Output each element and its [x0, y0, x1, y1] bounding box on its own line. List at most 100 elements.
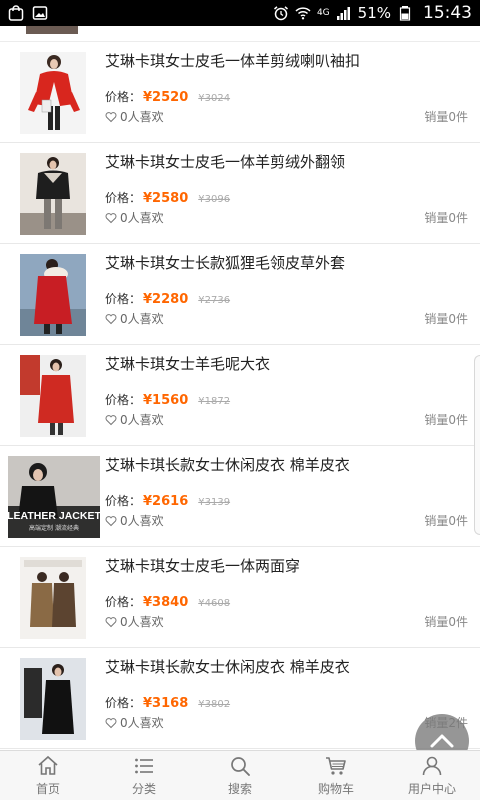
- like-button[interactable]: 0人喜欢: [105, 714, 164, 731]
- like-button[interactable]: 0人喜欢: [105, 613, 164, 630]
- sales-count: 销量0件: [424, 514, 468, 528]
- nav-item-cart[interactable]: 购物车: [288, 751, 384, 800]
- nav-label: 首页: [35, 782, 60, 796]
- network-type: 4G: [316, 8, 330, 18]
- nav-label: 分类: [131, 782, 156, 796]
- list-item[interactable]: 艾琳卡琪女士皮毛一体羊剪绒喇叭袖扣 价格： ¥2520 ¥3024 0人喜欢 销…: [0, 42, 480, 143]
- nav-label: 用户中心: [407, 782, 456, 796]
- thumb-subtitle: 高端定制 潮流经典: [29, 524, 79, 532]
- thumb-title: LEATHER JACKET: [8, 510, 100, 522]
- heart-icon: [105, 515, 117, 526]
- sales-count: 销量0件: [424, 413, 468, 427]
- likes-count: 0人喜欢: [120, 514, 164, 528]
- product-title[interactable]: 艾琳卡琪女士长款狐狸毛领皮草外套: [105, 252, 345, 273]
- product-image[interactable]: [20, 52, 86, 134]
- list-item[interactable]: LEATHER JACKET 高端定制 潮流经典 艾琳卡琪长款女士休闲皮衣 棉羊…: [0, 446, 480, 547]
- product-image[interactable]: [20, 557, 86, 639]
- heart-icon: [105, 111, 117, 122]
- like-button[interactable]: 0人喜欢: [105, 512, 164, 529]
- price-row: 价格： ¥2520 ¥3024: [105, 88, 230, 105]
- app-screen: 4G 51% 15:43 艾琳卡琪女士皮毛一体羊剪绒喇叭袖扣 价格： ¥2520…: [0, 0, 480, 800]
- likes-count: 0人喜欢: [120, 413, 164, 427]
- heart-icon: [105, 414, 117, 425]
- product-price: ¥3168: [143, 696, 189, 711]
- price-label: 价格：: [105, 494, 142, 508]
- like-button[interactable]: 0人喜欢: [105, 411, 164, 428]
- nav-label: 搜索: [227, 782, 252, 796]
- clock: 15:43: [423, 3, 472, 23]
- original-price: ¥3802: [198, 699, 231, 710]
- product-title[interactable]: 艾琳卡琪女士皮毛一体羊剪绒外翻领: [105, 151, 345, 172]
- signal-icon: [336, 7, 350, 20]
- price-row: 价格： ¥1560 ¥1872: [105, 391, 230, 408]
- product-image-partial: [26, 26, 78, 34]
- product-title[interactable]: 艾琳卡琪长款女士休闲皮衣 棉羊皮衣: [105, 656, 350, 677]
- product-image[interactable]: [20, 254, 86, 336]
- price-label: 价格：: [105, 292, 142, 306]
- price-label: 价格：: [105, 90, 142, 104]
- price-label: 价格：: [105, 595, 142, 609]
- chevron-up-icon: [430, 734, 454, 748]
- nav-item-user-center[interactable]: 用户中心: [384, 751, 480, 800]
- bottom-nav: 首页 分类 搜索 购物车 用户中心: [0, 750, 480, 800]
- product-price: ¥2520: [143, 90, 189, 105]
- price-label: 价格：: [105, 191, 142, 205]
- heart-icon: [105, 212, 117, 223]
- like-button[interactable]: 0人喜欢: [105, 310, 164, 327]
- user-icon: [422, 756, 442, 776]
- price-row: 价格： ¥2616 ¥3139: [105, 492, 230, 509]
- list-item[interactable]: 艾琳卡琪长款女士休闲皮衣 棉羊皮衣 价格： ¥3168 ¥3802 0人喜欢 销…: [0, 648, 480, 749]
- product-image[interactable]: LEATHER JACKET 高端定制 潮流经典: [8, 456, 100, 538]
- product-price: ¥2580: [143, 191, 189, 206]
- sales-count: 销量0件: [424, 110, 468, 124]
- bag-icon: [8, 5, 24, 21]
- original-price: ¥3139: [198, 497, 231, 508]
- product-image[interactable]: [20, 658, 86, 740]
- battery-percent: 51%: [357, 4, 391, 22]
- original-price: ¥3024: [198, 93, 231, 104]
- product-title[interactable]: 艾琳卡琪女士皮毛一体羊剪绒喇叭袖扣: [105, 50, 360, 71]
- nav-item-category[interactable]: 分类: [96, 751, 192, 800]
- price-row: 价格： ¥2580 ¥3096: [105, 189, 230, 206]
- product-price: ¥3840: [143, 595, 189, 610]
- likes-count: 0人喜欢: [120, 211, 164, 225]
- heart-icon: [105, 717, 117, 728]
- like-button[interactable]: 0人喜欢: [105, 108, 164, 125]
- list-icon: [135, 758, 153, 774]
- like-button[interactable]: 0人喜欢: [105, 209, 164, 226]
- cart-icon: [326, 757, 346, 775]
- list-item[interactable]: 艾琳卡琪女士长款狐狸毛领皮草外套 价格： ¥2280 ¥2736 0人喜欢 销量…: [0, 244, 480, 345]
- sales-count: 销量0件: [424, 615, 468, 629]
- product-image[interactable]: [20, 153, 86, 235]
- list-item-partial: [0, 26, 480, 42]
- price-label: 价格：: [105, 696, 142, 710]
- product-title[interactable]: 艾琳卡琪长款女士休闲皮衣 棉羊皮衣: [105, 454, 350, 475]
- heart-icon: [105, 616, 117, 627]
- product-list[interactable]: 艾琳卡琪女士皮毛一体羊剪绒喇叭袖扣 价格： ¥2520 ¥3024 0人喜欢 销…: [0, 26, 480, 750]
- nav-item-search[interactable]: 搜索: [192, 751, 288, 800]
- scroll-indicator[interactable]: [474, 355, 480, 535]
- product-price: ¥2280: [143, 292, 189, 307]
- price-row: 价格： ¥2280 ¥2736: [105, 290, 230, 307]
- likes-count: 0人喜欢: [120, 110, 164, 124]
- product-title[interactable]: 艾琳卡琪女士羊毛呢大衣: [105, 353, 270, 374]
- list-item[interactable]: 艾琳卡琪女士皮毛一体两面穿 价格： ¥3840 ¥4608 0人喜欢 销量0件: [0, 547, 480, 648]
- status-bar: 4G 51% 15:43: [0, 0, 480, 26]
- sales-count: 销量0件: [424, 312, 468, 326]
- likes-count: 0人喜欢: [120, 716, 164, 730]
- wifi-icon: [295, 7, 311, 20]
- list-item[interactable]: 艾琳卡琪女士羊毛呢大衣 价格： ¥1560 ¥1872 0人喜欢 销量0件: [0, 345, 480, 446]
- search-icon: [231, 757, 250, 776]
- price-label: 价格：: [105, 393, 142, 407]
- list-item[interactable]: 艾琳卡琪女士皮毛一体羊剪绒外翻领 价格： ¥2580 ¥3096 0人喜欢 销量…: [0, 143, 480, 244]
- product-title[interactable]: 艾琳卡琪女士皮毛一体两面穿: [105, 555, 300, 576]
- sales-count: 销量0件: [424, 211, 468, 225]
- product-image[interactable]: [20, 355, 86, 437]
- battery-icon: [399, 6, 411, 21]
- image-icon: [32, 6, 48, 20]
- nav-item-home[interactable]: 首页: [0, 751, 96, 800]
- product-price: ¥1560: [143, 393, 189, 408]
- product-price: ¥2616: [143, 494, 189, 509]
- home-icon: [38, 755, 58, 775]
- alarm-icon: [273, 6, 288, 21]
